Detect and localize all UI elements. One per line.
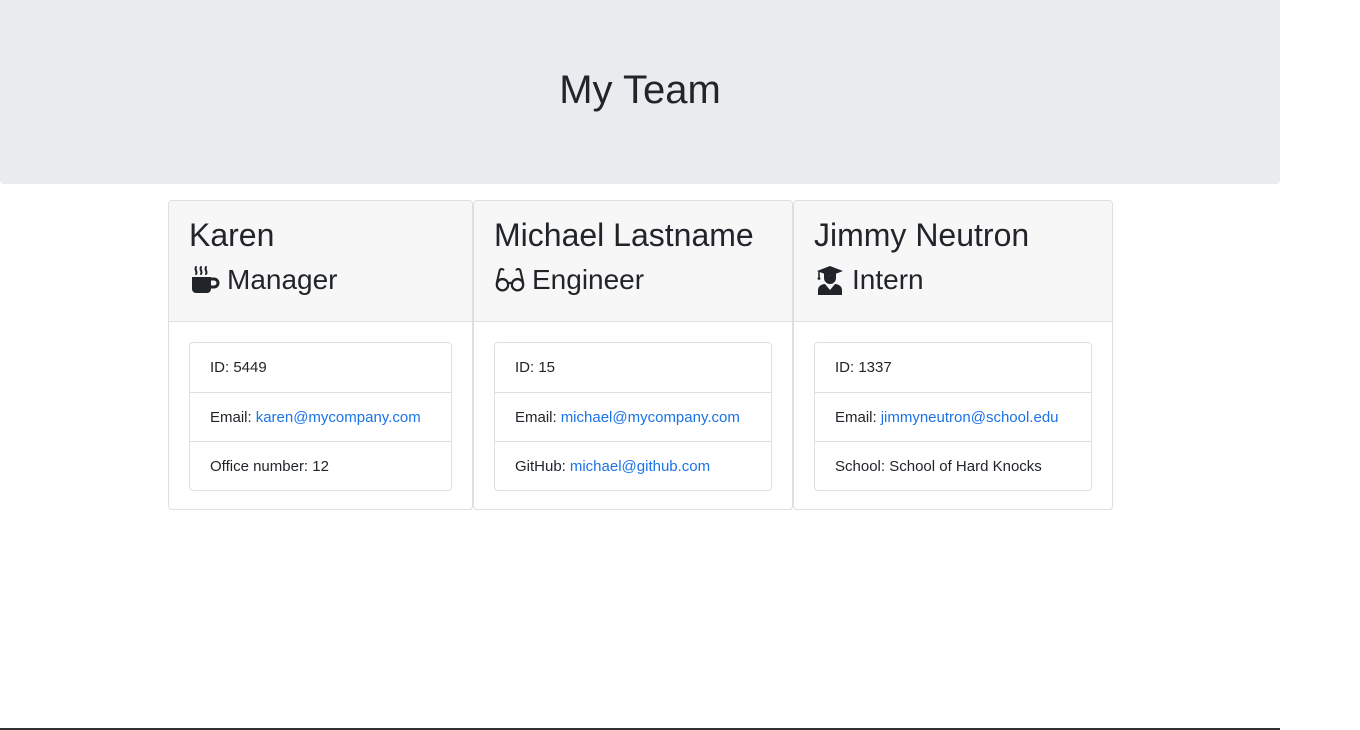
id-item: ID: 15 bbox=[495, 343, 771, 392]
employee-name: Karen bbox=[189, 217, 275, 253]
email-item: Email: karen@mycompany.com bbox=[190, 392, 451, 441]
employee-role: Engineer bbox=[494, 262, 772, 298]
graduate-icon bbox=[814, 264, 846, 296]
id-item: ID: 5449 bbox=[190, 343, 451, 392]
details-list: ID: 1337 Email: jimmyneutron@school.edu … bbox=[814, 342, 1092, 491]
id-value: 1337 bbox=[858, 359, 892, 376]
github-item: GitHub: michael@github.com bbox=[495, 441, 771, 490]
office-number-item: Office number: 12 bbox=[190, 441, 451, 490]
school-item: School: School of Hard Knocks bbox=[815, 441, 1091, 490]
id-label: ID: bbox=[835, 359, 855, 376]
email-link[interactable]: jimmyneutron@school.edu bbox=[881, 409, 1059, 426]
card-body: ID: 5449 Email: karen@mycompany.com Offi… bbox=[169, 322, 472, 511]
jumbotron-header: My Team bbox=[0, 0, 1280, 184]
employee-card-intern: Jimmy Neutron Intern ID: 1337 Email: jim… bbox=[793, 200, 1113, 510]
card-header: Karen Manager bbox=[169, 201, 472, 322]
employee-role: Manager bbox=[189, 262, 452, 298]
employee-name: Michael Lastname bbox=[494, 217, 754, 253]
employee-card-manager: Karen Manager ID: 5449 Email: karen@myco… bbox=[168, 200, 473, 510]
employee-name: Jimmy Neutron bbox=[814, 217, 1030, 253]
email-link[interactable]: michael@mycompany.com bbox=[561, 409, 740, 426]
glasses-icon bbox=[494, 264, 526, 296]
employee-role: Intern bbox=[814, 262, 1092, 298]
email-item: Email: michael@mycompany.com bbox=[495, 392, 771, 441]
employee-card-engineer: Michael Lastname Engineer ID: 15 Email: … bbox=[473, 200, 793, 510]
office-number-label: Office number: bbox=[210, 457, 309, 475]
email-link[interactable]: karen@mycompany.com bbox=[256, 409, 421, 426]
coffee-icon bbox=[189, 264, 221, 296]
email-label: Email: bbox=[835, 408, 877, 426]
id-value: 15 bbox=[538, 359, 556, 376]
github-link[interactable]: michael@github.com bbox=[570, 458, 710, 475]
card-body: ID: 1337 Email: jimmyneutron@school.edu … bbox=[794, 322, 1112, 511]
school-label: School: bbox=[835, 457, 886, 475]
card-body: ID: 15 Email: michael@mycompany.com GitH… bbox=[474, 322, 792, 511]
email-label: Email: bbox=[515, 408, 557, 426]
school-value: School of Hard Knocks bbox=[889, 457, 1042, 475]
email-label: Email: bbox=[210, 408, 252, 426]
github-label: GitHub: bbox=[515, 457, 566, 475]
email-item: Email: jimmyneutron@school.edu bbox=[815, 392, 1091, 441]
page-title: My Team bbox=[559, 68, 721, 112]
role-label: Manager bbox=[227, 264, 338, 295]
details-list: ID: 15 Email: michael@mycompany.com GitH… bbox=[494, 342, 772, 491]
id-label: ID: bbox=[515, 359, 535, 376]
office-number-value: 12 bbox=[312, 457, 329, 475]
id-value: 5449 bbox=[233, 359, 267, 376]
card-header: Michael Lastname Engineer bbox=[474, 201, 792, 322]
id-item: ID: 1337 bbox=[815, 343, 1091, 392]
role-label: Engineer bbox=[532, 264, 645, 295]
team-cards: Karen Manager ID: 5449 Email: karen@myco… bbox=[168, 200, 1113, 510]
details-list: ID: 5449 Email: karen@mycompany.com Offi… bbox=[189, 342, 452, 491]
id-label: ID: bbox=[210, 359, 230, 376]
role-label: Intern bbox=[852, 264, 924, 295]
card-header: Jimmy Neutron Intern bbox=[794, 201, 1112, 322]
